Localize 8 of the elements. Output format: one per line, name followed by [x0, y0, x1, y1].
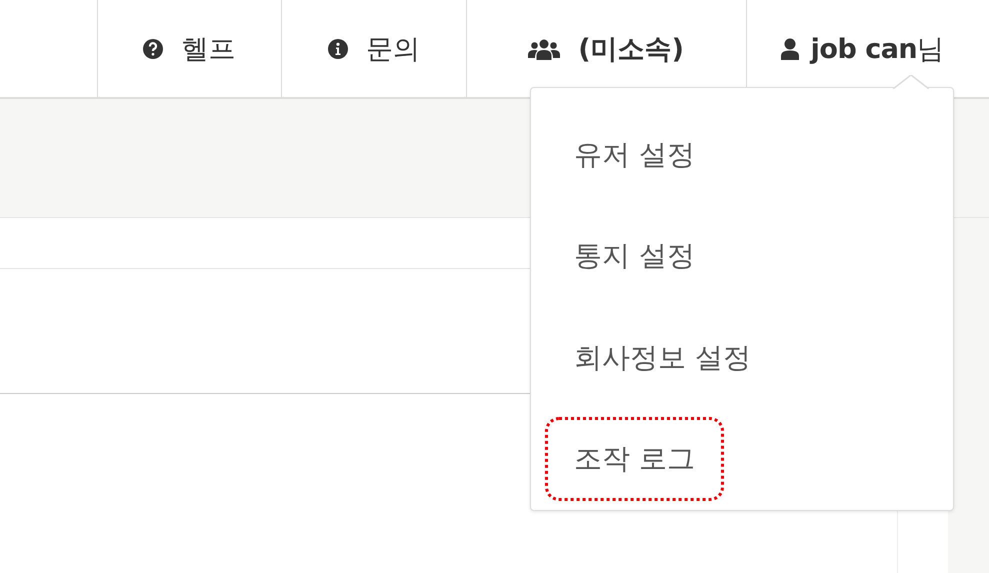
- menu-item[interactable]: 유저 설정: [545, 112, 724, 197]
- menu-item[interactable]: 통지 설정: [545, 214, 724, 298]
- menu-item[interactable]: 조작 로그: [545, 417, 724, 502]
- users-icon: [528, 38, 560, 60]
- user-icon: [780, 38, 799, 60]
- menu-item[interactable]: 회사정보 설정: [545, 316, 780, 400]
- help-icon: [143, 38, 164, 58]
- info-icon: [328, 38, 348, 58]
